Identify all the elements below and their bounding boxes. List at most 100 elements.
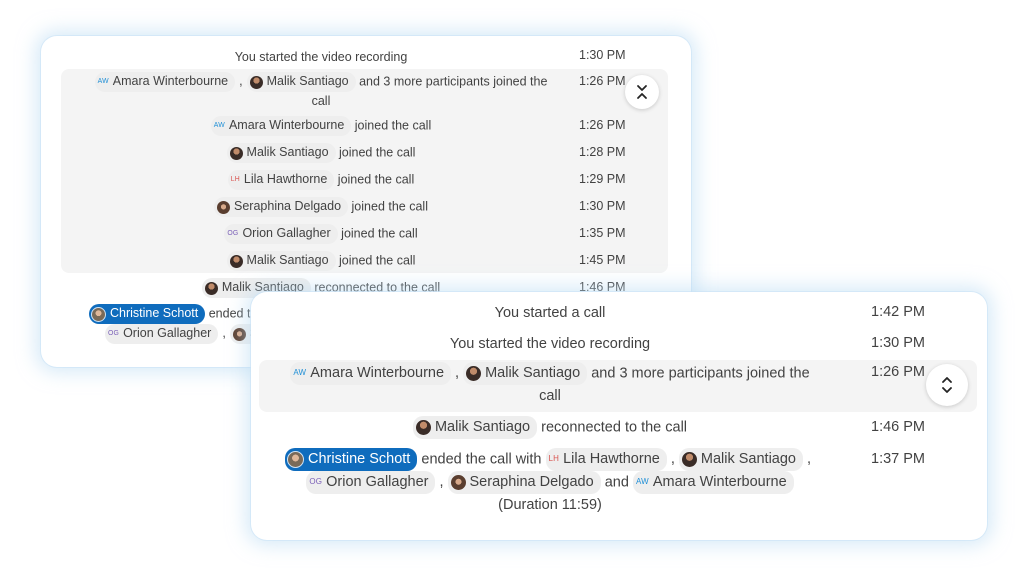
expand-button[interactable] xyxy=(926,364,968,406)
participant-chip[interactable]: OG Orion Gallagher xyxy=(105,324,219,344)
participant-name: Amara Winterbourne xyxy=(228,118,345,133)
participant-chip[interactable]: Seraphina Delgado xyxy=(447,471,601,494)
activity-text: You started the video recording xyxy=(449,336,651,352)
activity-text: joined the call xyxy=(341,226,418,241)
activity-row: LH Lila Hawthorne joined the call 1:29 PM xyxy=(41,170,691,190)
participant-name: Orion Gallagher xyxy=(326,474,429,491)
participant-name: Malik Santiago xyxy=(700,451,796,468)
participant-name: Malik Santiago xyxy=(266,74,349,89)
participant-name: Amara Winterbourne xyxy=(310,365,445,382)
og-initials-avatar: OG xyxy=(309,477,323,487)
timestamp: 1:30 PM xyxy=(871,335,925,351)
participant-chip[interactable]: Malik Santiago xyxy=(226,143,336,163)
timestamp: 1:28 PM xyxy=(579,145,626,159)
participant-name: Lila Hawthorne xyxy=(243,172,328,187)
participant-name: Christine Schott xyxy=(110,306,199,321)
activity-text: joined the call xyxy=(354,118,432,133)
timestamp: 1:26 PM xyxy=(579,118,626,132)
avatar-photo xyxy=(229,254,243,268)
avatar-photo xyxy=(681,452,697,467)
timestamp: 1:30 PM xyxy=(579,48,626,62)
avatar-photo xyxy=(249,75,263,89)
separator: , xyxy=(670,451,675,468)
activity-text: and 3 more participants joined the xyxy=(591,365,810,382)
participant-chip[interactable]: Seraphina Delgado xyxy=(214,197,349,217)
call-activity-panel-front: You started a call 1:42 PM You started t… xyxy=(251,292,987,540)
participant-name: Malik Santiago xyxy=(246,145,329,160)
activity-row: You started the video recording 1:30 PM xyxy=(41,48,691,67)
timestamp: 1:37 PM xyxy=(871,451,925,467)
participant-chip[interactable]: Malik Santiago xyxy=(463,362,588,385)
participant-name: Malik Santiago xyxy=(434,419,531,436)
participant-chip[interactable]: Malik Santiago xyxy=(678,448,803,471)
avatar-photo xyxy=(232,327,246,341)
chevrons-collapse-icon xyxy=(637,85,647,99)
separator: , xyxy=(239,74,243,89)
timestamp: 1:26 PM xyxy=(871,364,925,380)
participant-chip[interactable]: Malik Santiago xyxy=(246,72,356,92)
timestamp: 1:45 PM xyxy=(579,253,626,267)
collapse-button[interactable] xyxy=(625,75,659,109)
avatar-photo xyxy=(450,475,466,490)
participant-name: Seraphina Delgado xyxy=(234,199,342,214)
timestamp: 1:35 PM xyxy=(579,226,626,240)
participant-name: Amara Winterbourne xyxy=(652,474,787,491)
call-duration: (Duration 11:59) xyxy=(498,497,602,513)
activity-text: call xyxy=(539,388,561,404)
chevrons-expand-icon xyxy=(942,377,952,393)
participant-chip[interactable]: Malik Santiago xyxy=(226,251,336,271)
separator: , xyxy=(455,365,460,382)
avatar-photo xyxy=(229,146,243,160)
participant-chip[interactable]: AW Amara Winterbourne xyxy=(632,471,794,494)
participant-chip[interactable]: OG Orion Gallagher xyxy=(224,224,338,244)
activity-text: You started the video recording xyxy=(234,50,408,64)
activity-row-summary[interactable]: AW Amara Winterbourne, Malik Santiago and … xyxy=(251,362,987,407)
lh-initials-avatar: LH xyxy=(548,454,560,464)
activity-text: and 3 more participants joined the xyxy=(359,74,548,89)
self-chip[interactable]: Christine Schott xyxy=(89,304,206,324)
participant-name: Lila Hawthorne xyxy=(563,451,660,468)
timestamp: 1:30 PM xyxy=(579,199,626,213)
avatar-photo xyxy=(466,366,482,381)
participant-name: Orion Gallagher xyxy=(123,326,212,341)
participant-chip[interactable]: AW Amara Winterbourne xyxy=(210,116,352,136)
activity-row: Seraphina Delgado joined the call 1:30 P… xyxy=(41,197,691,217)
participant-chip[interactable]: LH Lila Hawthorne xyxy=(545,448,667,471)
avatar-photo xyxy=(91,306,106,322)
aw-initials-avatar: AW xyxy=(293,368,307,378)
activity-row-summary[interactable]: AW Amara Winterbourne, Malik Santiago and … xyxy=(41,72,691,111)
participant-chip[interactable]: LH Lila Hawthorne xyxy=(227,170,335,190)
participant-chip[interactable]: OG Orion Gallagher xyxy=(306,471,436,494)
timestamp: 1:46 PM xyxy=(871,419,925,435)
participant-name: Seraphina Delgado xyxy=(469,474,594,491)
timestamp: 1:29 PM xyxy=(579,172,626,186)
participant-name: Amara Winterbourne xyxy=(112,74,229,89)
activity-text: You started a call xyxy=(494,305,606,321)
activity-text: joined the call xyxy=(339,145,416,160)
separator: , xyxy=(806,451,812,468)
activity-row: Malik Santiago joined the call 1:28 PM xyxy=(41,143,691,163)
activity-row: OG Orion Gallagher joined the call 1:35 P… xyxy=(41,224,691,244)
aw-initials-avatar: AW xyxy=(213,121,225,129)
self-chip[interactable]: Christine Schott xyxy=(284,448,418,471)
participant-chip[interactable]: Malik Santiago xyxy=(412,416,538,439)
participant-name: Malik Santiago xyxy=(485,365,581,382)
activity-row: You started a call 1:42 PM xyxy=(251,302,987,324)
activity-text: ended the call with xyxy=(421,451,542,468)
activity-row: You started the video recording 1:30 PM xyxy=(251,333,987,355)
participant-chip[interactable]: AW Amara Winterbourne xyxy=(290,362,452,385)
activity-text: joined the call xyxy=(337,172,415,187)
avatar-photo xyxy=(217,200,231,214)
activity-text: joined the call xyxy=(339,253,416,268)
activity-text: joined the call xyxy=(351,199,428,214)
lh-initials-avatar: LH xyxy=(230,175,240,183)
participant-chip[interactable]: AW Amara Winterbourne xyxy=(94,72,236,92)
timestamp: 1:42 PM xyxy=(871,304,925,320)
participant-name: Christine Schott xyxy=(307,451,411,468)
participant-name: Orion Gallagher xyxy=(242,226,331,241)
activity-row-ended: Christine Schott ended the call with LH L… xyxy=(251,448,987,516)
aw-initials-avatar: AW xyxy=(635,477,649,487)
activity-row: Malik Santiago reconnected to the call 1… xyxy=(251,416,987,439)
activity-text: call xyxy=(311,94,331,108)
participant-name: Malik Santiago xyxy=(246,253,329,268)
